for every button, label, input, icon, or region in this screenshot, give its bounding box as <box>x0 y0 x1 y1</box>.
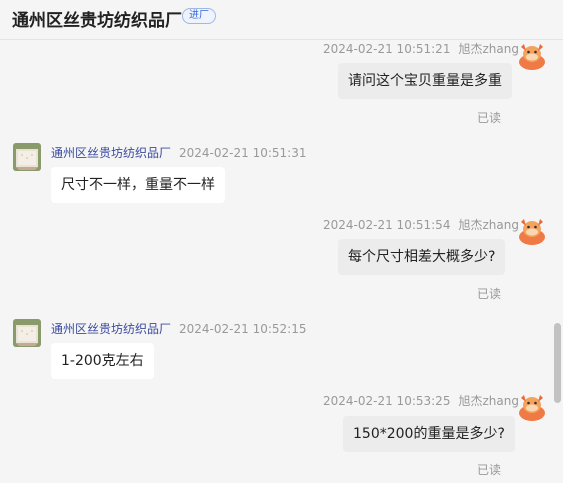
seller-avatar[interactable] <box>13 319 41 347</box>
message-bubble-out[interactable]: 请问这个宝贝重量是多重 <box>338 63 512 99</box>
message-bubble-in[interactable]: 1-200克左右 <box>51 343 154 379</box>
message-meta: 通州区丝贵坊纺织品厂 2024-02-21 10:52:15 <box>51 320 306 337</box>
message-bubble-out[interactable]: 每个尺寸相差大概多少? <box>338 239 506 275</box>
message-meta: 2024-02-21 10:51:21 旭杰zhang <box>323 40 519 57</box>
message-time: 2024-02-21 10:51:21 <box>323 42 451 56</box>
chat-header: 通州区丝贵坊纺织品厂 进厂 <box>0 0 563 40</box>
seller-name-link[interactable]: 通州区丝贵坊纺织品厂 <box>51 146 171 160</box>
message-time: 2024-02-21 10:51:31 <box>179 146 307 160</box>
enter-shop-tag[interactable]: 进厂 <box>182 8 216 24</box>
seller-name-link[interactable]: 通州区丝贵坊纺织品厂 <box>51 322 171 336</box>
message-meta: 2024-02-21 10:51:54 旭杰zhang <box>323 216 519 233</box>
message-time: 2024-02-21 10:53:25 <box>323 394 451 408</box>
message-bubble-out[interactable]: 150*200的重量是多少? <box>343 416 515 452</box>
buyer-avatar-icon[interactable] <box>517 40 547 70</box>
chat-window: 通州区丝贵坊纺织品厂 进厂 2024-02-21 10:51:21 旭杰zhang… <box>0 0 563 483</box>
buyer-avatar-icon[interactable] <box>517 391 547 421</box>
read-status: 已读 <box>477 463 502 477</box>
message-meta: 2024-02-21 10:53:25 旭杰zhang <box>323 392 519 409</box>
shop-title[interactable]: 通州区丝贵坊纺织品厂 <box>12 6 182 31</box>
scrollbar-thumb[interactable] <box>554 323 561 403</box>
message-bubble-in[interactable]: 尺寸不一样，重量不一样 <box>51 167 225 203</box>
message-sender: 旭杰zhang <box>458 218 519 232</box>
message-meta: 通州区丝贵坊纺织品厂 2024-02-21 10:51:31 <box>51 144 306 161</box>
message-time: 2024-02-21 10:51:54 <box>323 218 451 232</box>
seller-avatar[interactable] <box>13 143 41 171</box>
buyer-avatar-icon[interactable] <box>517 215 547 245</box>
read-status: 已读 <box>477 111 502 125</box>
message-sender: 旭杰zhang <box>458 42 519 56</box>
message-sender: 旭杰zhang <box>458 394 519 408</box>
read-status: 已读 <box>477 287 502 301</box>
message-time: 2024-02-21 10:52:15 <box>179 322 307 336</box>
